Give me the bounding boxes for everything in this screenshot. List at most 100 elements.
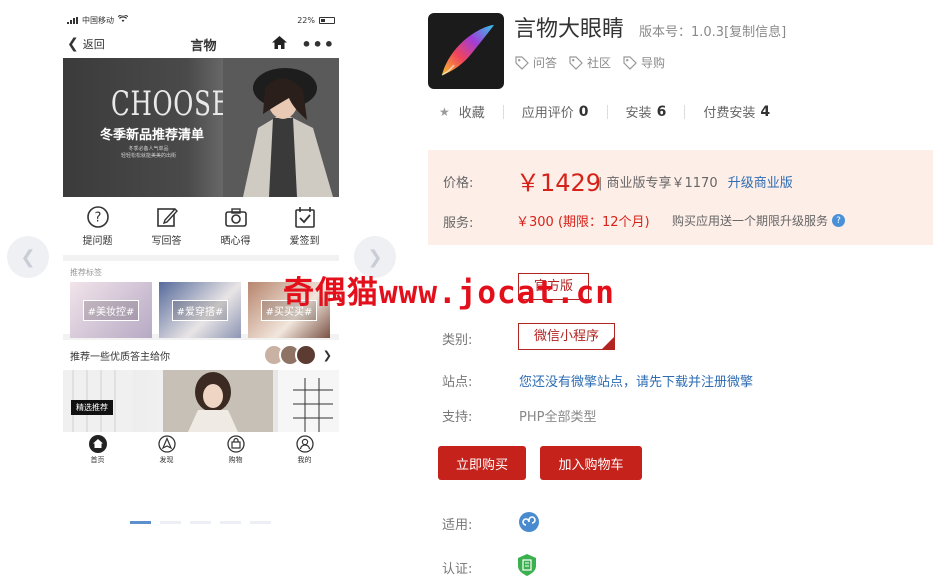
camera-icon: [224, 207, 247, 227]
service-price: ￥300 (期限：12个月): [516, 215, 650, 230]
watermark: 奇偶猫www.jocat.cn: [283, 275, 615, 311]
divider: [502, 104, 504, 119]
compass-icon: [157, 435, 176, 453]
cert-label: 认证:: [442, 562, 473, 577]
recommend-text: 推荐一些优质答主给你: [70, 351, 170, 363]
chevron-right-icon: ❯: [322, 348, 332, 362]
ask-question-button[interactable]: ? 提问题: [83, 205, 113, 247]
recommend-row[interactable]: 推荐一些优质答主给你 ❯: [63, 340, 339, 370]
price-amount: ￥1429: [516, 169, 602, 197]
phone-title: 言物: [190, 38, 217, 54]
tag-card[interactable]: #美妆控#: [70, 282, 152, 338]
divider: [684, 104, 686, 119]
write-answer-button[interactable]: 写回答: [152, 206, 182, 247]
app-tag[interactable]: 社区: [569, 54, 611, 71]
edit-icon: [156, 207, 178, 227]
app-title: 言物大眼睛: [514, 17, 625, 42]
tab-discover[interactable]: 发现: [157, 435, 176, 465]
check-in-button[interactable]: 爱签到: [290, 206, 320, 247]
price-panel: 价格: ￥1429 | 商业版专享￥1170 升级商业版 服务: ￥300 (期…: [428, 150, 933, 245]
install-count: 6: [656, 103, 667, 120]
home-icon[interactable]: [272, 36, 288, 52]
user-icon: [295, 435, 314, 453]
review-stat[interactable]: 应用评价 0: [522, 102, 589, 122]
mini-program-icon: [519, 512, 539, 532]
featured-image[interactable]: 精选推荐: [63, 370, 339, 432]
star-icon: ★: [439, 104, 450, 119]
share-experience-button[interactable]: 晒心得: [221, 206, 251, 247]
banner-subtitle: 冬季必备人气单品 轻轻松松就能美美的出街: [121, 146, 177, 159]
site-register-link[interactable]: 您还没有微擎站点，请先下载并注册微擎: [519, 371, 753, 390]
phone-preview: 中国移动 22% ❮ 返回 言物 ••• CHOOSE 冬季新品推荐清单 冬季必…: [63, 10, 339, 510]
carrier-text: 中国移动: [82, 15, 114, 25]
banner-choose-text: CHOOSE: [111, 84, 231, 124]
app-logo: [428, 13, 504, 89]
tab-home[interactable]: 首页: [88, 435, 107, 465]
carousel-dot[interactable]: [130, 521, 151, 524]
service-label: 服务:: [443, 216, 474, 231]
review-count: 0: [578, 103, 589, 120]
support-value: PHP全部类型: [519, 410, 597, 425]
add-to-cart-button[interactable]: 加入购物车: [540, 446, 642, 480]
carousel-dot[interactable]: [250, 521, 271, 524]
install-stat: 安装 6: [625, 103, 667, 122]
commercial-price: | 商业版专享￥1170 升级商业版: [598, 176, 793, 191]
tab-shop[interactable]: 购物: [226, 435, 245, 465]
carousel-dot[interactable]: [190, 521, 211, 524]
home-icon: [88, 435, 107, 453]
paid-install-stat: 付费安装 4: [703, 103, 771, 122]
support-label: 支持:: [442, 410, 473, 425]
category-option[interactable]: 微信小程序: [518, 323, 616, 350]
service-note: 购买应用送一个期限升级服务 ?: [672, 212, 846, 229]
more-icon[interactable]: •••: [301, 35, 335, 54]
app-tag-list: 问答 社区 导购: [515, 54, 665, 71]
featured-badge: 精选推荐: [71, 400, 113, 415]
banner-title: 冬季新品推荐清单: [100, 128, 205, 143]
divider: [606, 104, 608, 119]
shopping-bag-icon: [226, 435, 245, 453]
app-stats: ★ 收藏 应用评价 0 安装 6 付费安装 4: [439, 102, 771, 122]
battery-percent: 22%: [297, 15, 315, 25]
app-tag[interactable]: 导购: [623, 54, 665, 71]
tag-icon: [569, 55, 583, 70]
certified-badge-icon: [518, 554, 536, 576]
wifi-icon: [117, 14, 129, 25]
paid-install-count: 4: [760, 103, 771, 120]
back-button[interactable]: ❮ 返回: [67, 36, 105, 52]
upgrade-link[interactable]: 升级商业版: [728, 176, 793, 191]
svg-text:?: ?: [94, 210, 101, 225]
selected-check-icon: [601, 336, 616, 350]
tag-card[interactable]: #爱穿搭#: [159, 282, 241, 338]
avatar-group: ❯: [262, 344, 332, 366]
banner-model-image: [223, 58, 339, 197]
price-label: 价格:: [443, 176, 474, 191]
app-version[interactable]: 版本号：1.0.3[复制信息]: [639, 21, 786, 40]
carousel-dot[interactable]: [220, 521, 241, 524]
apply-label: 适用:: [442, 518, 473, 533]
quick-actions: ? 提问题 写回答 晒心得 爱签到: [63, 197, 339, 261]
phone-nav-bar: ❮ 返回 言物 •••: [63, 30, 339, 58]
tag-icon: [623, 55, 637, 70]
phone-tab-bar: 首页 发现 购物 我的: [63, 432, 339, 468]
carousel-dot[interactable]: [160, 521, 181, 524]
status-bar: 中国移动 22%: [63, 10, 339, 30]
avatar: [294, 344, 317, 366]
banner-image[interactable]: CHOOSE 冬季新品推荐清单 冬季必备人气单品 轻轻松松就能美美的出街: [63, 58, 339, 197]
question-icon: ?: [86, 205, 109, 228]
battery-icon: [319, 16, 335, 24]
tab-profile[interactable]: 我的: [295, 435, 314, 465]
signal-icon: [67, 16, 78, 24]
buy-now-button[interactable]: 立即购买: [438, 446, 526, 480]
chevron-left-icon: ❮: [67, 36, 79, 52]
back-label: 返回: [82, 38, 105, 51]
brush-stroke-icon: [441, 25, 494, 76]
favorite-button[interactable]: ★ 收藏: [439, 102, 485, 122]
carousel-indicators: [130, 521, 271, 524]
tag-icon: [515, 55, 529, 70]
category-label: 类别:: [442, 333, 473, 348]
app-tag[interactable]: 问答: [515, 54, 557, 71]
calendar-check-icon: [294, 206, 315, 228]
site-label: 站点:: [442, 375, 473, 390]
help-icon[interactable]: ?: [832, 214, 846, 227]
carousel-prev-button[interactable]: ❮: [7, 236, 49, 278]
